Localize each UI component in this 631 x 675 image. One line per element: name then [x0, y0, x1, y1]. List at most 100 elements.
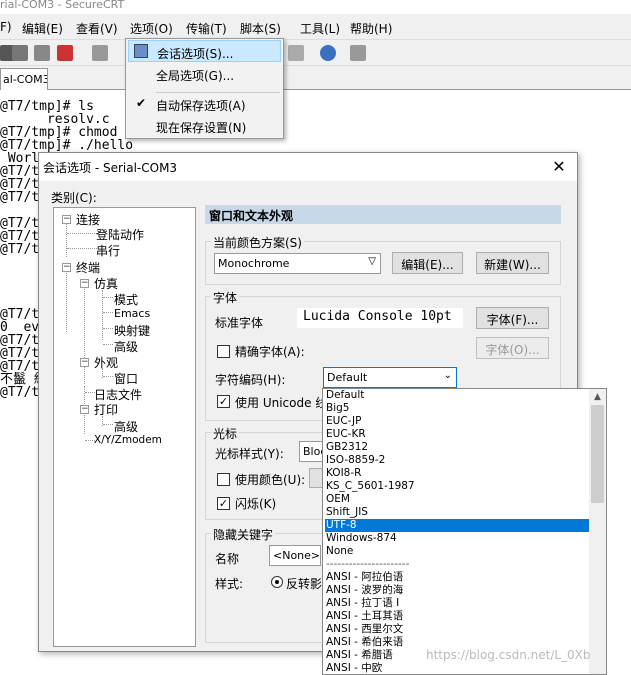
encoding-value: Default [327, 371, 368, 384]
quick-connect-icon[interactable] [12, 45, 28, 61]
list-item[interactable]: ANSI - 波罗的海 [325, 584, 589, 597]
font-button[interactable]: 字体(F)... [476, 307, 549, 329]
tab-session[interactable]: al-COM3 [0, 68, 48, 90]
list-item[interactable]: KS_C_5601-1987 [325, 480, 589, 493]
scrollbar-thumb[interactable] [591, 405, 604, 503]
category-label: 类别(C): [51, 191, 97, 205]
list-item[interactable]: ANSI - 拉丁语 I [325, 597, 589, 610]
list-item[interactable]: GB2312 [325, 441, 589, 454]
list-item-selected[interactable]: UTF-8 [325, 519, 589, 532]
font-group-label: 字体 [211, 289, 240, 306]
tree-item-advanced[interactable]: 高级 [114, 338, 138, 355]
tree-item-appearance[interactable]: 外观 [94, 354, 118, 371]
encoding-label: 字符编码(H): [215, 373, 286, 387]
key-icon[interactable] [288, 45, 304, 61]
tree-item-printing[interactable]: 打印 [94, 401, 118, 418]
terminal-line: @T7/t [0, 190, 40, 205]
cursor-color-swatch[interactable] [309, 468, 323, 488]
chevron-down-icon: ▽ [368, 256, 376, 267]
menu-tools[interactable]: 工具(L) [300, 20, 340, 37]
menu-item-session-options[interactable]: 会话选项(S)... [128, 40, 281, 62]
cursor-color-checkbox[interactable] [217, 473, 230, 486]
expand-icon[interactable]: − [80, 405, 89, 414]
menu-help[interactable]: 帮助(H) [350, 20, 392, 37]
expand-icon[interactable]: − [80, 279, 89, 288]
standard-font-label: 标准字体 [215, 316, 264, 330]
list-item[interactable]: ISO-8859-2 [325, 454, 589, 467]
menu-view[interactable]: 查看(V) [76, 20, 118, 37]
menu-item-label: 会话选项(S)... [157, 47, 234, 61]
menu-options[interactable]: 选项(O) [130, 20, 173, 37]
list-item[interactable]: Big5 [325, 402, 589, 415]
color-scheme-label: 当前颜色方案(S) [211, 234, 304, 251]
keymap-icon[interactable] [350, 45, 366, 61]
encoding-dropdown-list[interactable]: Default Big5 EUC-JP EUC-KR GB2312 ISO-88… [322, 388, 607, 675]
list-item[interactable]: OEM [325, 493, 589, 506]
list-item[interactable]: Default [325, 389, 589, 402]
list-item[interactable]: KOI8-R [325, 467, 589, 480]
tab-bar: al-COM3 [0, 66, 631, 90]
expand-icon[interactable]: − [62, 215, 71, 224]
settings-icon [134, 44, 148, 58]
list-item[interactable]: ANSI - 土耳其语 [325, 610, 589, 623]
precise-font-button[interactable]: 字体(O)... [476, 337, 549, 359]
list-scrollbar[interactable]: ▲ [589, 389, 606, 674]
chevron-down-icon: ⌄ [443, 370, 452, 381]
tree-item-print-advanced[interactable]: 高级 [114, 418, 138, 435]
list-item[interactable]: Shift_JIS [325, 506, 589, 519]
cursor-group-label: 光标 [211, 425, 240, 442]
list-item[interactable]: ANSI - 中欧 [325, 662, 589, 674]
disconnect-icon[interactable] [57, 45, 73, 61]
menu-file[interactable]: F) [0, 20, 12, 34]
tree-item-terminal[interactable]: 终端 [76, 259, 100, 276]
keyword-name-select[interactable]: <None> [269, 545, 321, 566]
terminal-line: @T7/t [0, 242, 40, 257]
watermark: https://blog.csdn.net/L_0Xb [426, 648, 591, 662]
tree-item-mapped-keys[interactable]: 映射键 [114, 322, 150, 339]
unicode-lines-checkbox[interactable]: ✓ [217, 395, 230, 408]
edit-scheme-button[interactable]: 编辑(E)... [392, 252, 463, 274]
tree-item-xyzmodem[interactable]: X/Y/Zmodem [94, 434, 162, 446]
tree-item-emulation[interactable]: 仿真 [94, 275, 118, 292]
list-item[interactable]: Windows-874 [325, 532, 589, 545]
hidden-keyword-label: 隐藏关键字 [211, 526, 276, 543]
keyword-name-label: 名称 [215, 552, 240, 566]
cursor-blink-label: 闪烁(K) [235, 497, 277, 511]
scroll-up-icon[interactable]: ▲ [589, 389, 606, 405]
menu-item-global-options[interactable]: 全局选项(G)... [128, 63, 281, 85]
reverse-video-radio[interactable] [271, 576, 283, 588]
precise-font-checkbox[interactable] [217, 345, 230, 358]
color-scheme-value: Monochrome [218, 257, 290, 270]
encoding-select[interactable]: Default ⌄ [323, 367, 457, 388]
color-scheme-select[interactable]: Monochrome ▽ [214, 253, 381, 274]
tree-item-login-actions[interactable]: 登陆动作 [96, 226, 144, 243]
list-item[interactable]: EUC-JP [325, 415, 589, 428]
tree-item-modes[interactable]: 模式 [114, 291, 138, 308]
list-separator: ---------------------- [326, 558, 410, 570]
copy-icon[interactable] [92, 45, 108, 61]
list-item[interactable]: None [325, 545, 589, 558]
menu-item-autosave[interactable]: ✔ 自动保存选项(A) [128, 93, 281, 115]
menu-edit[interactable]: 编辑(E) [22, 20, 63, 37]
tree-item-serial[interactable]: 串行 [96, 242, 120, 259]
standard-font-value: Lucida Console 10pt [297, 308, 463, 328]
list-item[interactable]: ANSI - 阿拉伯语 [325, 571, 589, 584]
toolbar [0, 40, 631, 66]
dialog-titlebar: 会话选项 - Serial-COM3 ✕ [39, 153, 577, 181]
tree-item-window[interactable]: 窗口 [114, 370, 138, 387]
menu-script[interactable]: 脚本(S) [240, 20, 281, 37]
menu-item-save-settings[interactable]: 现在保存设置(N) [128, 115, 281, 137]
list-item[interactable]: EUC-KR [325, 428, 589, 441]
cursor-blink-checkbox[interactable]: ✓ [217, 497, 230, 510]
close-icon[interactable]: ✕ [549, 157, 569, 176]
new-scheme-button[interactable]: 新建(W)... [476, 252, 549, 274]
menu-item-label: 全局选项(G)... [156, 69, 235, 83]
category-tree[interactable]: − 连接 登陆动作 串行 − 终端 − 仿真 模式 Emacs 映射键 高级 −… [53, 207, 196, 647]
tree-item-emacs[interactable]: Emacs [114, 307, 150, 320]
expand-icon[interactable]: − [62, 263, 71, 272]
list-item[interactable]: ANSI - 西里尔文 [325, 623, 589, 636]
expand-icon[interactable]: − [80, 358, 89, 367]
reconnect-icon[interactable] [34, 45, 50, 61]
help-icon[interactable] [320, 45, 336, 61]
menu-transfer[interactable]: 传输(T) [186, 20, 227, 37]
